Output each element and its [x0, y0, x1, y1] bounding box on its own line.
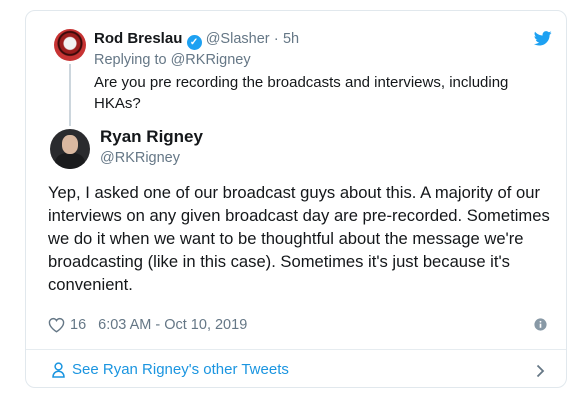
reply-header: Rod Breslau ✓ @Slasher · 5h	[94, 30, 299, 50]
replying-prefix: Replying to	[94, 52, 167, 68]
reply-separator: ·	[273, 30, 279, 47]
info-icon[interactable]	[534, 318, 547, 331]
main-tweet-text: Yep, I asked one of our broadcast guys a…	[48, 183, 550, 294]
verified-badge-icon: ✓	[186, 35, 202, 50]
replying-to-handle[interactable]: @RKRigney	[171, 52, 251, 68]
avatar-body	[55, 153, 85, 169]
main-author-name[interactable]: Ryan Rigney	[100, 127, 203, 147]
tweet-timestamp[interactable]: 6:03 AM - Oct 10, 2019	[98, 317, 247, 333]
avatar-face	[62, 135, 78, 154]
reply-handle[interactable]: @Slasher	[206, 31, 270, 47]
chevron-right-icon[interactable]	[536, 364, 545, 378]
reply-author-name[interactable]: Rod Breslau	[94, 30, 182, 47]
like-count[interactable]: 16	[70, 317, 86, 333]
avatar-rod-breslau[interactable]	[54, 29, 86, 61]
footer-divider	[26, 349, 566, 350]
reply-time[interactable]: 5h	[283, 31, 299, 47]
replying-to-line: Replying to @RKRigney	[94, 52, 251, 68]
reply-text: Are you pre recording the broadcasts and…	[94, 74, 509, 112]
main-handle[interactable]: @RKRigney	[100, 150, 180, 166]
avatar-ryan-rigney[interactable]	[50, 129, 90, 169]
see-other-tweets-link[interactable]: See Ryan Rigney's other Tweets	[26, 352, 566, 388]
tweet-embed-card: Rod Breslau ✓ @Slasher · 5h Replying to …	[25, 10, 567, 388]
thread-connector-line	[69, 64, 71, 126]
twitter-bird-icon[interactable]	[534, 31, 552, 46]
see-other-tweets-label[interactable]: See Ryan Rigney's other Tweets	[72, 361, 289, 378]
person-icon	[52, 362, 65, 378]
heart-icon[interactable]	[48, 317, 65, 333]
tweet-actions-row: 16 6:03 AM - Oct 10, 2019	[48, 315, 247, 335]
